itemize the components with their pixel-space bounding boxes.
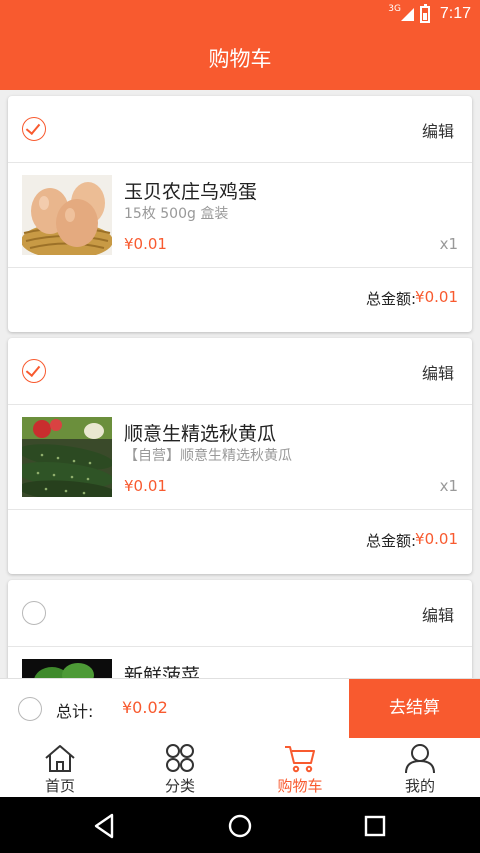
spinach-photo <box>22 659 112 678</box>
shop-total-value: ¥0.01 <box>415 288 458 306</box>
cucumber-photo <box>22 417 112 497</box>
tab-mine[interactable]: 我的 <box>360 738 480 797</box>
shop-checkbox[interactable] <box>22 117 46 141</box>
product-image[interactable] <box>22 175 112 255</box>
edit-button[interactable]: 编辑 <box>422 602 454 626</box>
card-header: 编辑 <box>8 580 472 647</box>
tab-category[interactable]: 分类 <box>120 738 240 797</box>
shop-total-label: 总金额: <box>365 290 416 308</box>
shop-checkbox[interactable] <box>22 359 46 383</box>
home-circle-icon[interactable] <box>223 809 257 843</box>
tab-label: 分类 <box>164 777 195 795</box>
back-icon[interactable] <box>88 809 122 843</box>
product-name[interactable]: 新鲜菠菜 <box>124 661 200 678</box>
shop-total-value: ¥0.01 <box>415 530 458 548</box>
cart-shop-card: 编辑 顺意生精选秋黄瓜 【自营】顺意生精选秋黄瓜 ¥0.01 x1 总金额: ¥… <box>8 338 472 574</box>
user-icon <box>405 744 435 773</box>
card-header: 编辑 <box>8 96 472 163</box>
recents-icon[interactable] <box>358 809 392 843</box>
page-title: 购物车 <box>0 30 480 90</box>
bottom-tab-bar: 首页 分类 购物车 我的 <box>0 738 480 797</box>
select-all-checkbox[interactable] <box>18 697 42 721</box>
checkout-bar: 总计: ¥0.02 去结算 <box>0 678 480 739</box>
product-name[interactable]: 玉贝农庄乌鸡蛋 <box>124 177 257 204</box>
battery-icon <box>420 4 430 23</box>
eggs-photo <box>22 175 112 255</box>
product-qty: x1 <box>439 235 458 253</box>
system-nav-bar <box>0 797 480 853</box>
cart-item[interactable]: 新鲜菠菜 <box>8 647 472 678</box>
product-price: ¥0.01 <box>124 477 167 495</box>
cart-shop-card: 编辑 玉贝农庄乌鸡蛋 15枚 500g 盒装 ¥0.01 x1 总金额: ¥0.… <box>8 96 472 332</box>
checkout-button[interactable]: 去结算 <box>349 679 480 739</box>
product-price: ¥0.01 <box>124 235 167 253</box>
shop-total-label: 总金额: <box>365 532 416 550</box>
edit-button[interactable]: 编辑 <box>422 118 454 142</box>
tab-label: 首页 <box>44 777 75 795</box>
tab-cart[interactable]: 购物车 <box>240 738 360 797</box>
product-desc: 15枚 500g 盒装 <box>124 206 229 222</box>
home-icon <box>45 745 75 772</box>
product-name[interactable]: 顺意生精选秋黄瓜 <box>124 419 276 446</box>
edit-button[interactable]: 编辑 <box>422 360 454 384</box>
card-footer: 总金额: ¥0.01 <box>8 510 472 576</box>
product-image[interactable] <box>22 659 112 678</box>
category-icon <box>166 744 194 772</box>
sum-label: 总计: <box>56 702 94 721</box>
tab-home[interactable]: 首页 <box>0 738 120 797</box>
product-image[interactable] <box>22 417 112 497</box>
signal-icon <box>401 8 414 21</box>
sum-value: ¥0.02 <box>122 698 168 717</box>
cart-shop-card: 编辑 新鲜菠菜 <box>8 580 472 678</box>
status-bar: 3G 7:17 <box>0 0 480 30</box>
product-desc: 【自营】顺意生精选秋黄瓜 <box>124 448 292 464</box>
tab-label: 我的 <box>404 777 435 795</box>
cart-icon <box>285 746 315 773</box>
shop-checkbox[interactable] <box>22 601 46 625</box>
card-footer: 总金额: ¥0.01 <box>8 268 472 334</box>
cart-item[interactable]: 玉贝农庄乌鸡蛋 15枚 500g 盒装 ¥0.01 x1 <box>8 163 472 268</box>
clock: 7:17 <box>439 5 471 22</box>
cart-list[interactable]: 编辑 玉贝农庄乌鸡蛋 15枚 500g 盒装 ¥0.01 x1 总金额: ¥0.… <box>0 90 480 678</box>
card-header: 编辑 <box>8 338 472 405</box>
product-qty: x1 <box>439 477 458 495</box>
cart-item[interactable]: 顺意生精选秋黄瓜 【自营】顺意生精选秋黄瓜 ¥0.01 x1 <box>8 405 472 510</box>
network-type: 3G <box>388 4 401 14</box>
tab-label: 购物车 <box>277 777 323 795</box>
